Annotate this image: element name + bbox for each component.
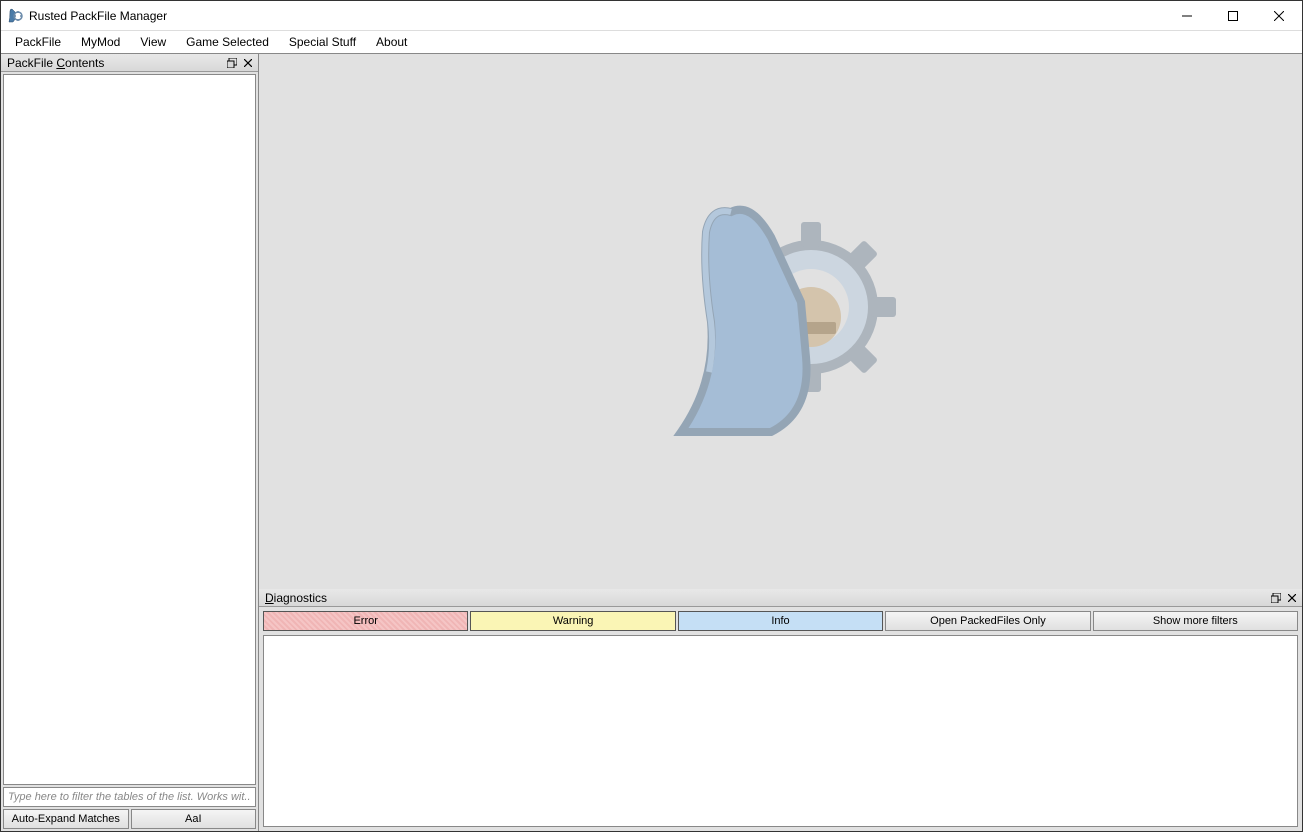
- menu-view[interactable]: View: [130, 33, 176, 51]
- diagnostics-title: Diagnostics: [265, 591, 327, 605]
- diagnostics-content[interactable]: [263, 635, 1298, 827]
- menu-game-selected[interactable]: Game Selected: [176, 33, 279, 51]
- close-panel-icon[interactable]: [240, 56, 256, 70]
- app-logo: [641, 182, 921, 462]
- filter-info[interactable]: Info: [678, 611, 883, 631]
- undock-icon[interactable]: [224, 56, 240, 70]
- close-panel-icon[interactable]: [1284, 591, 1300, 605]
- diagnostics-filters: Error Warning Info Open PackedFiles Only…: [259, 607, 1302, 635]
- filter-show-more[interactable]: Show more filters: [1093, 611, 1298, 631]
- app-title: Rusted PackFile Manager: [29, 9, 167, 23]
- minimize-button[interactable]: [1164, 1, 1210, 30]
- menu-about[interactable]: About: [366, 33, 417, 51]
- window-controls: [1164, 1, 1302, 30]
- maximize-button[interactable]: [1210, 1, 1256, 30]
- menu-packfile[interactable]: PackFile: [5, 33, 71, 51]
- menubar: PackFile MyMod View Game Selected Specia…: [1, 31, 1302, 53]
- titlebar: Rusted PackFile Manager: [1, 1, 1302, 31]
- menu-special-stuff[interactable]: Special Stuff: [279, 33, 366, 51]
- filter-error[interactable]: Error: [263, 611, 468, 631]
- filter-input[interactable]: [3, 787, 256, 807]
- app-icon: [7, 8, 23, 24]
- diag-header-buttons: [1268, 591, 1300, 605]
- diagnostics-header: Diagnostics: [259, 589, 1302, 607]
- aai-button[interactable]: AaI: [131, 809, 257, 829]
- undock-icon[interactable]: [1268, 591, 1284, 605]
- close-button[interactable]: [1256, 1, 1302, 30]
- filter-warning[interactable]: Warning: [470, 611, 675, 631]
- filter-buttons: Auto-Expand Matches AaI: [1, 807, 258, 831]
- content-area: [259, 54, 1302, 589]
- titlebar-left: Rusted PackFile Manager: [7, 8, 167, 24]
- filter-open-only[interactable]: Open PackedFiles Only: [885, 611, 1090, 631]
- packfile-contents-panel: PackFile Contents Auto-Expand Matches Aa…: [1, 54, 259, 831]
- main-area: PackFile Contents Auto-Expand Matches Aa…: [1, 53, 1302, 831]
- menu-mymod[interactable]: MyMod: [71, 33, 130, 51]
- packfile-tree[interactable]: [3, 74, 256, 785]
- auto-expand-button[interactable]: Auto-Expand Matches: [3, 809, 129, 829]
- panel-header-buttons: [224, 56, 256, 70]
- packfile-contents-header: PackFile Contents: [1, 54, 258, 72]
- packfile-contents-title: PackFile Contents: [7, 56, 104, 70]
- right-area: Diagnostics Error Warning Info Open Pack…: [259, 54, 1302, 831]
- diagnostics-panel: Diagnostics Error Warning Info Open Pack…: [259, 589, 1302, 831]
